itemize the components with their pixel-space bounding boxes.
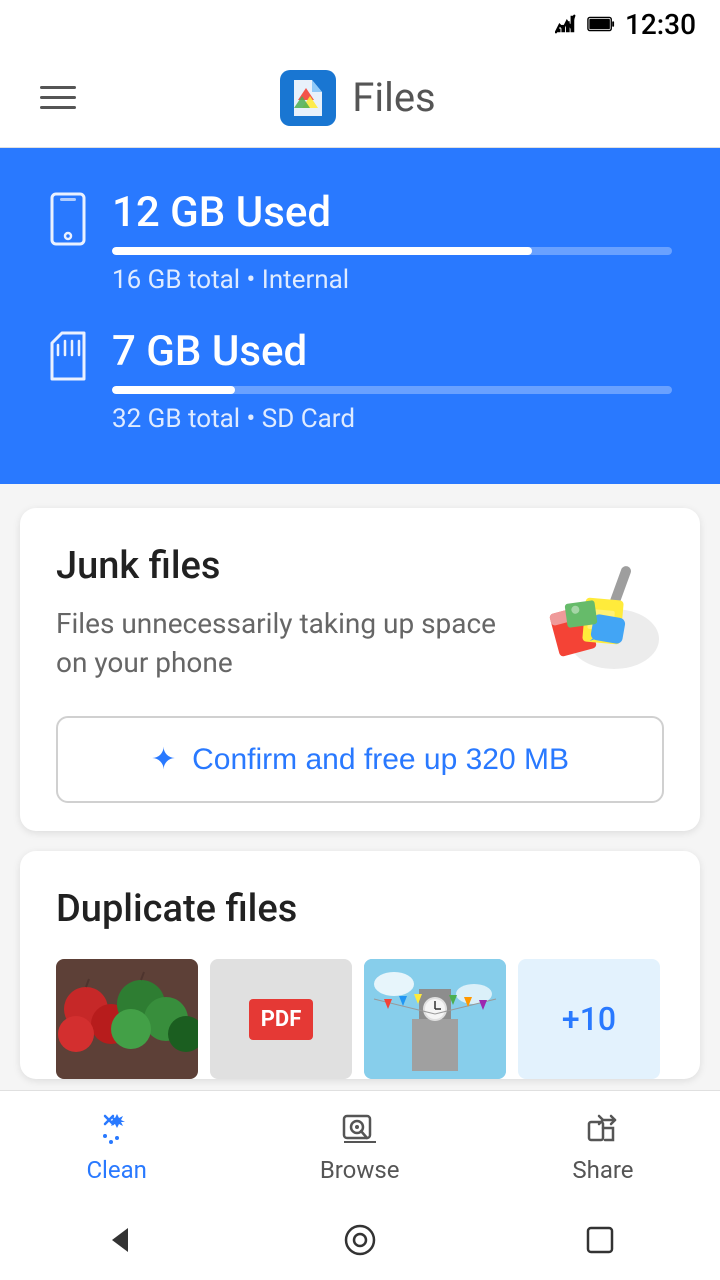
hamburger-line-2 (40, 96, 76, 99)
internal-storage-fill (112, 247, 532, 255)
junk-files-card: Junk files Files unnecessarily taking up… (20, 508, 700, 831)
confirm-free-up-button[interactable]: ✦ Confirm and free up 320 MB (56, 716, 664, 803)
phone-storage-icon (48, 192, 88, 246)
duplicate-thumb-apples[interactable] (56, 959, 198, 1079)
sdcard-storage-icon (48, 331, 88, 381)
junk-illustration (524, 544, 664, 684)
hamburger-line-1 (40, 86, 76, 89)
sdcard-storage-bar (112, 386, 672, 394)
sdcard-storage-item: 7 GB Used 32 GB total • SD Card (48, 327, 672, 434)
bottom-nav: Clean Browse Share (0, 1090, 720, 1200)
duplicate-thumb-pdf[interactable]: PDF (210, 959, 352, 1079)
app-bar: Files (0, 48, 720, 148)
hamburger-line-3 (40, 106, 76, 109)
duplicate-images-row: PDF (56, 959, 664, 1079)
back-button[interactable] (100, 1220, 140, 1260)
system-nav (0, 1200, 720, 1280)
junk-card-title: Junk files (56, 544, 508, 588)
share-icon (583, 1108, 623, 1148)
sdcard-storage-fill (112, 386, 235, 394)
internal-storage-bar (112, 247, 672, 255)
browse-icon (340, 1108, 380, 1148)
internal-storage-item: 12 GB Used 16 GB total • Internal (48, 188, 672, 295)
junk-card-description: Files unnecessarily taking up space on y… (56, 604, 508, 682)
sdcard-storage-used: 7 GB Used (112, 327, 672, 376)
junk-text-area: Junk files Files unnecessarily taking up… (56, 544, 508, 682)
clean-icon (97, 1108, 137, 1148)
internal-storage-total: 16 GB total • Internal (112, 265, 672, 295)
recents-button[interactable] (580, 1220, 620, 1260)
status-icons: 12:30 (555, 8, 696, 41)
duplicate-thumb-more[interactable]: +10 (518, 959, 660, 1079)
storage-section: 12 GB Used 16 GB total • Internal (0, 148, 720, 484)
cards-container: Junk files Files unnecessarily taking up… (0, 484, 720, 1103)
sdcard-storage-info: 7 GB Used 32 GB total • SD Card (112, 327, 672, 434)
internal-storage-info: 12 GB Used 16 GB total • Internal (112, 188, 672, 295)
app-title-area: Files (280, 70, 435, 126)
duplicate-files-card: Duplicate files (20, 851, 700, 1079)
browse-label: Browse (320, 1156, 400, 1184)
menu-button[interactable] (32, 78, 84, 117)
junk-card-header: Junk files Files unnecessarily taking up… (56, 544, 664, 684)
nav-share[interactable]: Share (548, 1108, 657, 1184)
share-label: Share (572, 1156, 633, 1184)
battery-icon (587, 16, 615, 32)
home-button[interactable] (340, 1220, 380, 1260)
confirm-btn-text: Confirm and free up 320 MB (192, 743, 569, 777)
clean-label: Clean (86, 1156, 147, 1184)
sdcard-storage-total: 32 GB total • SD Card (112, 404, 672, 434)
sparkle-icon: ✦ (151, 742, 176, 777)
app-logo (280, 70, 336, 126)
duplicate-thumb-tower[interactable] (364, 959, 506, 1079)
nav-clean[interactable]: Clean (62, 1108, 171, 1184)
duplicate-card-title: Duplicate files (56, 887, 664, 931)
app-title: Files (352, 74, 435, 121)
signal-icon (555, 13, 577, 35)
status-bar: 12:30 (0, 0, 720, 48)
nav-browse[interactable]: Browse (296, 1108, 424, 1184)
internal-storage-used: 12 GB Used (112, 188, 672, 237)
time-display: 12:30 (625, 8, 696, 41)
more-count: +10 (562, 1000, 616, 1038)
pdf-badge: PDF (249, 999, 314, 1040)
